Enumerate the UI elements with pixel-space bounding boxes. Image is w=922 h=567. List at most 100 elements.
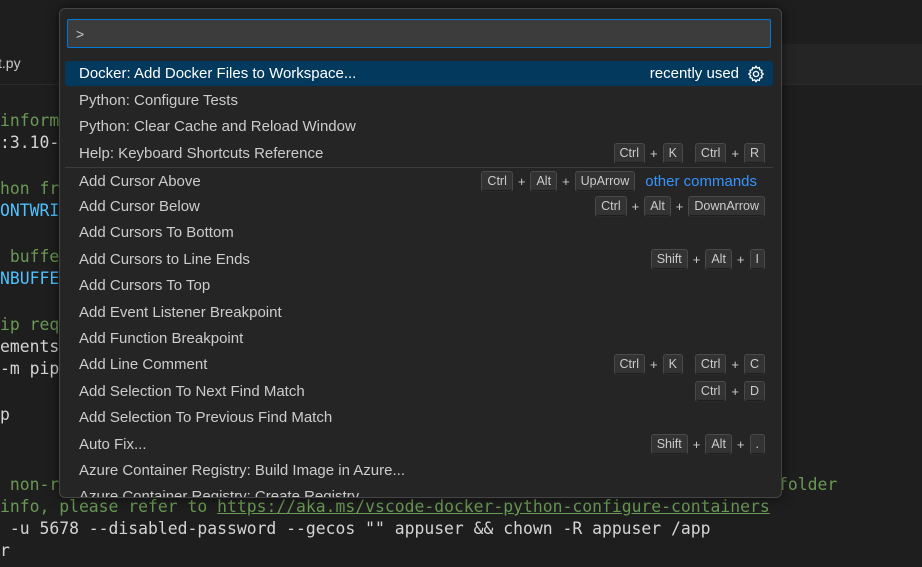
command-item-right: Ctrl + D	[694, 381, 765, 402]
command-item[interactable]: Add Selection To Next Find Match Ctrl + D	[65, 379, 773, 404]
command-item[interactable]: Python: Configure Tests	[65, 88, 773, 113]
command-item-right: Ctrl + K Ctrl + C	[613, 354, 765, 375]
command-palette-search-box[interactable]	[67, 19, 771, 48]
keybinding-chord: Ctrl + R	[694, 143, 765, 164]
keybinding-plus: +	[736, 437, 745, 452]
command-item-label: Azure Container Registry: Build Image in…	[79, 462, 405, 479]
code-line: p	[0, 405, 10, 424]
code-line: -u 5678 --disabled-password --gecos "" a…	[0, 519, 711, 538]
code-line: :3.10-	[0, 133, 60, 152]
command-item[interactable]: Add Function Breakpoint	[65, 326, 773, 351]
keybinding-plus: +	[649, 146, 658, 161]
command-palette-input[interactable]	[68, 20, 770, 47]
command-item-label: Help: Keyboard Shortcuts Reference	[79, 145, 324, 162]
editor-tab[interactable]: t.py	[0, 44, 60, 84]
command-palette: Docker: Add Docker Files to Workspace...…	[59, 8, 782, 498]
keybinding-chord: Ctrl + K	[613, 354, 683, 375]
keybinding-plus: +	[736, 252, 745, 267]
keybinding-key: UpArrow	[574, 171, 636, 192]
code-line: non-r	[0, 475, 60, 494]
command-item-label: Add Cursors To Top	[79, 277, 211, 294]
command-item-right: Ctrl + Alt + DownArrow	[595, 196, 765, 217]
command-item-label: Auto Fix...	[79, 436, 147, 453]
command-item-label: Add Cursors to Line Ends	[79, 251, 250, 268]
keybinding-key: R	[743, 143, 765, 164]
command-item[interactable]: Add Line Comment Ctrl + K Ctrl + C	[65, 352, 773, 377]
keybinding-key: I	[749, 249, 765, 270]
keybinding-plus: +	[562, 174, 570, 189]
keybinding-key: D	[743, 381, 765, 402]
keybinding-key: C	[743, 354, 765, 375]
code-line: ip req	[0, 315, 60, 334]
keybinding-plus: +	[731, 357, 739, 372]
keybinding-plus: +	[517, 174, 526, 189]
command-item-label: Docker: Add Docker Files to Workspace...	[79, 65, 357, 82]
command-item[interactable]: Python: Clear Cache and Reload Window	[65, 114, 773, 139]
keybinding-plus: +	[649, 357, 658, 372]
keybinding-plus: +	[631, 199, 640, 214]
editor-tab-label: t.py	[0, 55, 21, 71]
code-line: buffe	[0, 247, 60, 266]
code-line: inform	[0, 111, 60, 130]
command-item[interactable]: Azure Container Registry: Build Image in…	[65, 458, 773, 483]
command-item[interactable]: Add Cursor Below Ctrl + Alt + DownArrow	[65, 194, 773, 219]
code-line: hon fr	[0, 179, 60, 198]
command-item-right: recently used	[650, 63, 765, 84]
code-line: r	[0, 541, 10, 560]
command-item-label: Add Cursor Below	[79, 198, 200, 215]
command-item-label: Add Cursor Above	[79, 173, 201, 190]
keybinding-key: Ctrl	[481, 171, 513, 192]
other-commands-link[interactable]: other commands	[645, 173, 757, 190]
keybinding-key: Shift	[650, 249, 688, 270]
command-item[interactable]: Add Event Listener Breakpoint	[65, 300, 773, 325]
command-item-right: Shift + Alt +.	[650, 434, 765, 455]
keybinding-chord: Ctrl + K	[613, 143, 683, 164]
keybinding-plus: +	[692, 252, 701, 267]
keybinding-key: Ctrl	[613, 354, 645, 375]
keybinding-key: Alt	[705, 249, 732, 270]
code-line: ONTWRI	[0, 201, 60, 220]
command-item-label: Python: Clear Cache and Reload Window	[79, 118, 356, 135]
command-item-right: Shift + Alt + I	[650, 249, 765, 270]
gear-icon[interactable]	[747, 64, 765, 83]
keybinding-key: Ctrl	[694, 381, 727, 402]
recently-used-label: recently used	[649, 65, 739, 82]
command-item[interactable]: Add Cursors To Top	[65, 273, 773, 298]
keybinding-key: Alt	[644, 196, 671, 217]
command-item-label: Add Event Listener Breakpoint	[79, 304, 282, 321]
command-item-label: Azure Container Registry: Create Registr…	[79, 488, 360, 498]
command-item[interactable]: Add Selection To Previous Find Match	[65, 405, 773, 430]
command-item-label: Add Line Comment	[79, 356, 208, 373]
command-item[interactable]: Add Cursors To Bottom	[65, 220, 773, 245]
keybinding-chord: Ctrl + Alt + DownArrow	[595, 196, 765, 217]
code-line: -m pip	[0, 359, 60, 378]
docs-link[interactable]: https://aka.ms/vscode-docker-python-conf…	[217, 497, 770, 516]
command-item-right: Ctrl + Alt + UpArrow other commands	[481, 171, 765, 192]
keybinding-key: .	[749, 434, 765, 455]
keybinding-key: Ctrl	[595, 196, 627, 217]
command-item[interactable]: Azure Container Registry: Create Registr…	[65, 484, 773, 498]
keybinding-plus: +	[731, 384, 739, 399]
keybinding-key: Ctrl	[613, 143, 645, 164]
keybinding-key: DownArrow	[688, 196, 765, 217]
keybinding-plus: +	[675, 199, 684, 214]
code-fragment-info: info, please refer to	[0, 497, 218, 516]
command-item[interactable]: Auto Fix... Shift + Alt +.	[65, 432, 773, 457]
keybinding-plus: +	[731, 146, 739, 161]
keybinding-chord: Ctrl + C	[694, 354, 765, 375]
keybinding-chord: Ctrl + Alt + UpArrow	[481, 171, 636, 192]
keybinding-key: Alt	[705, 434, 732, 455]
command-item[interactable]: Add Cursor Above Ctrl + Alt + UpArrow other co…	[65, 169, 773, 194]
command-item[interactable]: Docker: Add Docker Files to Workspace...…	[65, 61, 773, 86]
command-item[interactable]: Add Cursors to Line Ends Shift + Alt + I	[65, 247, 773, 272]
keybinding-plus: +	[692, 437, 701, 452]
command-item-label: Add Function Breakpoint	[79, 330, 244, 347]
keybinding-key: Ctrl	[694, 354, 727, 375]
code-line-info: info, please refer to https://aka.ms/vsc…	[0, 496, 770, 517]
keybinding-key: Ctrl	[694, 143, 727, 164]
keybinding-chord: Shift + Alt + I	[650, 249, 765, 270]
command-item[interactable]: Help: Keyboard Shortcuts Reference Ctrl + K…	[65, 141, 773, 166]
code-line: NBUFFE	[0, 269, 60, 288]
command-item-label: Add Selection To Previous Find Match	[79, 409, 333, 426]
keybinding-key: K	[662, 143, 683, 164]
